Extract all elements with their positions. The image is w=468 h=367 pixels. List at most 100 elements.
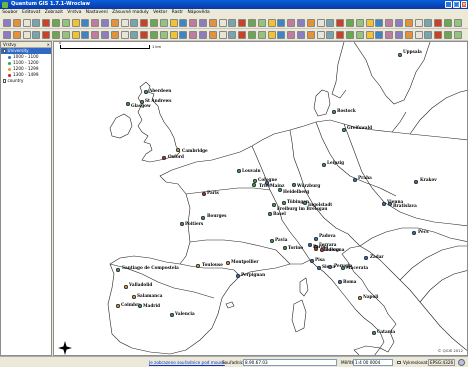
toolbar-tool-icon[interactable]: [140, 31, 149, 39]
toolbar-tool-icon[interactable]: [434, 31, 443, 39]
university-point[interactable]: [196, 264, 200, 268]
toolbar-tool-icon[interactable]: [355, 19, 364, 27]
toolbar-tool-icon[interactable]: [453, 19, 462, 27]
toolbar-tool-icon[interactable]: [385, 31, 394, 39]
menu-file[interactable]: Soubor: [0, 9, 20, 17]
university-point[interactable]: [270, 239, 274, 243]
coordinate-field[interactable]: 8.90.67.03: [243, 359, 337, 366]
toolbar-tool-icon[interactable]: [110, 19, 119, 27]
toolbar-tool-icon[interactable]: [199, 31, 207, 39]
crs-button[interactable]: EPSG:4326: [428, 359, 456, 366]
toolbar-tool-icon[interactable]: [365, 19, 374, 27]
university-point[interactable]: [144, 90, 148, 94]
university-point[interactable]: [388, 202, 392, 206]
toolbar-tool-icon[interactable]: [257, 19, 266, 27]
university-point[interactable]: [414, 180, 418, 184]
toolbar-tool-icon[interactable]: [140, 19, 149, 27]
university-point[interactable]: [314, 237, 318, 241]
toolbar-tool-icon[interactable]: [61, 19, 70, 27]
university-point[interactable]: [126, 102, 130, 106]
toolbar-tool-icon[interactable]: [42, 19, 51, 27]
toolbar-tool-icon[interactable]: [326, 19, 335, 27]
toolbar-tool-icon[interactable]: [346, 31, 354, 39]
university-point[interactable]: [278, 188, 282, 192]
university-point[interactable]: [253, 179, 257, 183]
toolbar-tool-icon[interactable]: [336, 19, 345, 27]
university-point[interactable]: [341, 266, 345, 270]
toolbar-tool-icon[interactable]: [444, 19, 452, 27]
toolbar-tool-icon[interactable]: [199, 19, 207, 27]
toolbar-tool-icon[interactable]: [326, 31, 335, 39]
toolbar-tool-icon[interactable]: [71, 19, 80, 27]
toolbar-tool-icon[interactable]: [150, 31, 158, 39]
university-point[interactable]: [332, 110, 336, 114]
toolbar-tool-icon[interactable]: [257, 31, 266, 39]
toolbar-tool-icon[interactable]: [91, 19, 100, 27]
toolbar-tool-icon[interactable]: [355, 31, 364, 39]
toolbar-tool-icon[interactable]: [453, 31, 462, 39]
university-point[interactable]: [317, 266, 321, 270]
toolbar-tool-icon[interactable]: [287, 19, 296, 27]
university-point[interactable]: [236, 274, 240, 278]
toolbar-tool-icon[interactable]: [287, 31, 296, 39]
map-canvas[interactable]: 0 1 km © QGIS 2012 Uppsala Aberdeen St And…: [53, 41, 468, 356]
toolbar-tool-icon[interactable]: [120, 19, 129, 27]
university-point[interactable]: [116, 268, 120, 272]
university-point[interactable]: [176, 148, 180, 152]
toolbar-tool-icon[interactable]: [22, 31, 31, 39]
university-point[interactable]: [237, 169, 241, 173]
university-point[interactable]: [272, 203, 276, 207]
toolbar-tool-icon[interactable]: [346, 19, 354, 27]
toolbar-tool-icon[interactable]: [395, 31, 403, 39]
toolbar-tool-icon[interactable]: [414, 31, 423, 39]
toolbar-tool-icon[interactable]: [101, 19, 109, 27]
menu-view[interactable]: Zobrazit: [43, 9, 66, 17]
render-checkbox[interactable]: [397, 360, 401, 364]
menu-plugins[interactable]: Zásuvné moduly: [110, 9, 151, 17]
university-point[interactable]: [282, 201, 286, 205]
toolbar-tool-icon[interactable]: [336, 31, 345, 39]
menu-settings[interactable]: Nastavení: [84, 9, 110, 17]
toolbar-tool-icon[interactable]: [277, 19, 286, 27]
toolbar-tool-icon[interactable]: [375, 31, 384, 39]
layer-checkbox[interactable]: [2, 79, 6, 83]
toolbar-tool-icon[interactable]: [238, 31, 247, 39]
toolbar-tool-icon[interactable]: [208, 31, 217, 39]
toolbar-tool-icon[interactable]: [248, 31, 256, 39]
toolbar-tool-icon[interactable]: [297, 31, 305, 39]
close-button[interactable]: ×: [461, 1, 467, 8]
toolbar-tool-icon[interactable]: [424, 31, 433, 39]
university-point[interactable]: [226, 261, 230, 265]
university-point[interactable]: [283, 246, 287, 250]
toolbar-tool-icon[interactable]: [385, 19, 394, 27]
toolbar-tool-icon[interactable]: [208, 19, 217, 27]
layer-country[interactable]: country: [1, 78, 51, 84]
toolbar-tool-icon[interactable]: [81, 31, 90, 39]
university-point[interactable]: [202, 192, 206, 196]
scale-field[interactable]: 1:4 00 0004: [353, 359, 393, 366]
toolbar-tool-icon[interactable]: [316, 31, 325, 39]
toolbar-tool-icon[interactable]: [267, 31, 276, 39]
university-point[interactable]: [201, 216, 205, 220]
toolbar-tool-icon[interactable]: [277, 31, 286, 39]
university-point[interactable]: [180, 222, 184, 226]
university-point[interactable]: [412, 231, 416, 235]
toolbar-tool-icon[interactable]: [169, 19, 178, 27]
toolbar-tool-icon[interactable]: [434, 19, 443, 27]
toolbar-tool-icon[interactable]: [179, 31, 188, 39]
toolbar-tool-icon[interactable]: [52, 31, 60, 39]
university-point[interactable]: [372, 331, 376, 335]
toolbar-tool-icon[interactable]: [12, 31, 21, 39]
toolbar-tool-icon[interactable]: [365, 31, 374, 39]
toolbar-tool-icon[interactable]: [395, 19, 403, 27]
toolbar-tool-icon[interactable]: [61, 31, 70, 39]
menu-raster[interactable]: Rastr: [169, 9, 185, 17]
toolbar-tool-icon[interactable]: [316, 19, 325, 27]
toolbar-tool-icon[interactable]: [169, 31, 178, 39]
university-point[interactable]: [268, 212, 272, 216]
toolbar-tool-icon[interactable]: [218, 31, 227, 39]
toolbar-tool-icon[interactable]: [159, 31, 168, 39]
university-point[interactable]: [382, 202, 386, 206]
toolbar-tool-icon[interactable]: [297, 19, 305, 27]
university-point[interactable]: [138, 304, 142, 308]
